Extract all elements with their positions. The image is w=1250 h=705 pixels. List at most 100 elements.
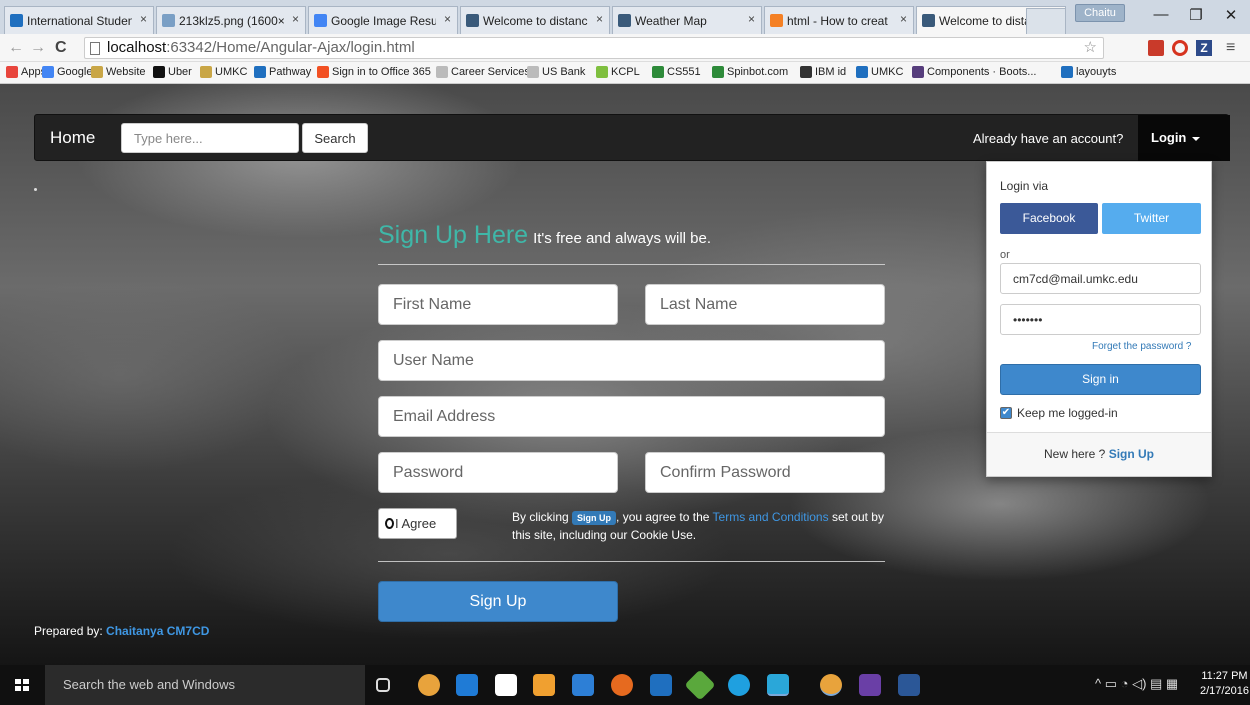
author-link[interactable]: Chaitanya CM7CD (106, 624, 209, 638)
chrome-icon[interactable] (418, 674, 440, 696)
taskbar-search[interactable]: Search the web and Windows (45, 665, 365, 705)
browser-tab[interactable]: International Studen × (4, 6, 154, 34)
menu-icon[interactable]: ≡ (1226, 39, 1235, 57)
last-name-field[interactable] (645, 284, 885, 325)
login-dropdown: Login via Facebook Twitter or Forget the… (986, 161, 1212, 477)
favicon-icon (162, 14, 175, 27)
bookmark-item[interactable]: Pathway (254, 66, 311, 78)
password-field[interactable] (378, 452, 618, 493)
login-email-field[interactable] (1000, 263, 1201, 294)
start-button[interactable] (0, 665, 45, 705)
windows-logo-icon (15, 679, 29, 691)
terms-text: By clicking Sign Up, you agree to the Te… (512, 510, 884, 542)
close-tab-icon[interactable]: × (596, 12, 603, 26)
twitter-button[interactable]: Twitter (1102, 203, 1201, 234)
close-tab-icon[interactable]: × (748, 12, 755, 26)
bookmark-item[interactable]: KCPL (596, 66, 640, 78)
favicon-icon (466, 14, 479, 27)
opera-icon[interactable] (1172, 40, 1188, 56)
profile-button[interactable]: Chaitu (1075, 4, 1125, 22)
outlook-icon[interactable] (533, 674, 555, 696)
prepared-by: Prepared by: Chaitanya CM7CD (34, 624, 210, 638)
bookmark-item[interactable]: layouyts (1061, 66, 1116, 78)
browser-tab[interactable]: Google Image Resul × (308, 6, 458, 34)
favicon-icon (922, 14, 935, 27)
bookmark-item[interactable]: US Bank (527, 66, 585, 78)
clock[interactable]: 11:27 PM 2/17/2016 (1200, 669, 1249, 699)
bookmark-item[interactable]: Website (91, 66, 146, 78)
username-field[interactable] (378, 340, 885, 381)
chrome-icon-2[interactable] (820, 674, 842, 696)
forward-arrow-icon[interactable]: → (30, 39, 46, 57)
close-tab-icon[interactable]: × (444, 12, 451, 26)
webstorm-icon[interactable] (767, 674, 789, 696)
bookmark-item[interactable]: Uber (153, 66, 192, 78)
file-explorer-icon[interactable] (572, 674, 594, 696)
media-player-icon[interactable] (650, 674, 672, 696)
bookmark-item[interactable]: CS551 (652, 66, 701, 78)
first-name-field[interactable] (378, 284, 618, 325)
top-navbar: Home Search Already have an account? Log… (34, 114, 1230, 161)
maximize-button[interactable]: ❐ (1181, 6, 1211, 24)
uber-icon (153, 66, 165, 78)
minimize-button[interactable]: — (1146, 6, 1176, 23)
zotero-icon[interactable]: Z (1196, 40, 1212, 56)
store-icon[interactable] (495, 674, 517, 696)
new-tab-button[interactable] (1026, 8, 1066, 34)
bookmark-item[interactable]: IBM id (800, 66, 846, 78)
forgot-password-link[interactable]: Forget the password ? (1092, 341, 1192, 352)
close-tab-icon[interactable]: × (140, 12, 147, 26)
bookmark-item[interactable]: Apps (6, 66, 46, 78)
git-icon[interactable] (684, 669, 716, 701)
bookmark-item[interactable]: Components · Boots... (912, 66, 1036, 78)
word-icon[interactable] (898, 674, 920, 696)
confirm-password-field[interactable] (645, 452, 885, 493)
facebook-button[interactable]: Facebook (1000, 203, 1098, 234)
ibm-icon (800, 66, 812, 78)
star-icon[interactable]: ☆ (1084, 38, 1097, 58)
bookmark-item[interactable]: Career Services (436, 66, 530, 78)
bookmark-item[interactable]: Spinbot.com (712, 66, 788, 78)
keep-logged-in[interactable]: ✔ Keep me logged-in (1000, 406, 1118, 420)
close-tab-icon[interactable]: × (292, 12, 299, 26)
bookmark-item[interactable]: Sign in to Office 365 (317, 66, 431, 78)
office-icon (317, 66, 329, 78)
search-input[interactable] (121, 123, 299, 153)
cs551-icon (652, 66, 664, 78)
login-password-field[interactable] (1000, 304, 1201, 335)
skype-icon[interactable] (728, 674, 750, 696)
bookmark-item[interactable]: UMKC (856, 66, 903, 78)
close-tab-icon[interactable]: × (900, 12, 907, 26)
close-window-button[interactable]: ✕ (1216, 6, 1246, 24)
firefox-icon[interactable] (611, 674, 633, 696)
browser-tab[interactable]: html - How to creat × (764, 6, 914, 34)
visual-studio-icon[interactable] (859, 674, 881, 696)
agree-checkbox-button[interactable]: I Agree (378, 508, 457, 539)
system-tray-icons[interactable]: ^ ▭ ◔ ◁) ▤ ▦ (1095, 676, 1178, 692)
extension-icon[interactable] (1148, 40, 1164, 56)
browser-tab[interactable]: Weather Map × (612, 6, 762, 34)
task-view-icon[interactable] (376, 678, 390, 692)
google-icon (42, 66, 54, 78)
login-dropdown-toggle[interactable]: Login (1138, 115, 1230, 161)
bookmark-item[interactable]: Google (42, 66, 92, 78)
reload-icon[interactable]: C (55, 39, 67, 57)
browser-tab[interactable]: 213klz5.png (1600× × (156, 6, 306, 34)
browser-tab[interactable]: Welcome to distanc × (460, 6, 610, 34)
signup-link[interactable]: Sign Up (1109, 447, 1154, 461)
favicon-icon (10, 14, 23, 27)
email-field[interactable] (378, 396, 885, 437)
checkbox-checked-icon[interactable]: ✔ (1000, 407, 1012, 419)
windows-taskbar: Search the web and Windows ^ ▭ ◔ ◁) ▤ ▦ … (0, 665, 1250, 705)
signup-button[interactable]: Sign Up (378, 581, 618, 622)
address-bar-row: ← → C localhost:63342/Home/Angular-Ajax/… (0, 34, 1250, 62)
browser-tab-bar: International Studen × 213klz5.png (1600×… (0, 0, 1250, 34)
back-arrow-icon[interactable]: ← (8, 39, 24, 57)
url-field[interactable]: localhost:63342/Home/Angular-Ajax/login.… (84, 37, 1104, 59)
edge-icon[interactable] (456, 674, 478, 696)
home-link[interactable]: Home (50, 128, 95, 148)
bookmark-item[interactable]: UMKC (200, 66, 247, 78)
search-button[interactable]: Search (302, 123, 368, 153)
signin-button[interactable]: Sign in (1000, 364, 1201, 395)
terms-link[interactable]: Terms and Conditions (713, 510, 829, 524)
